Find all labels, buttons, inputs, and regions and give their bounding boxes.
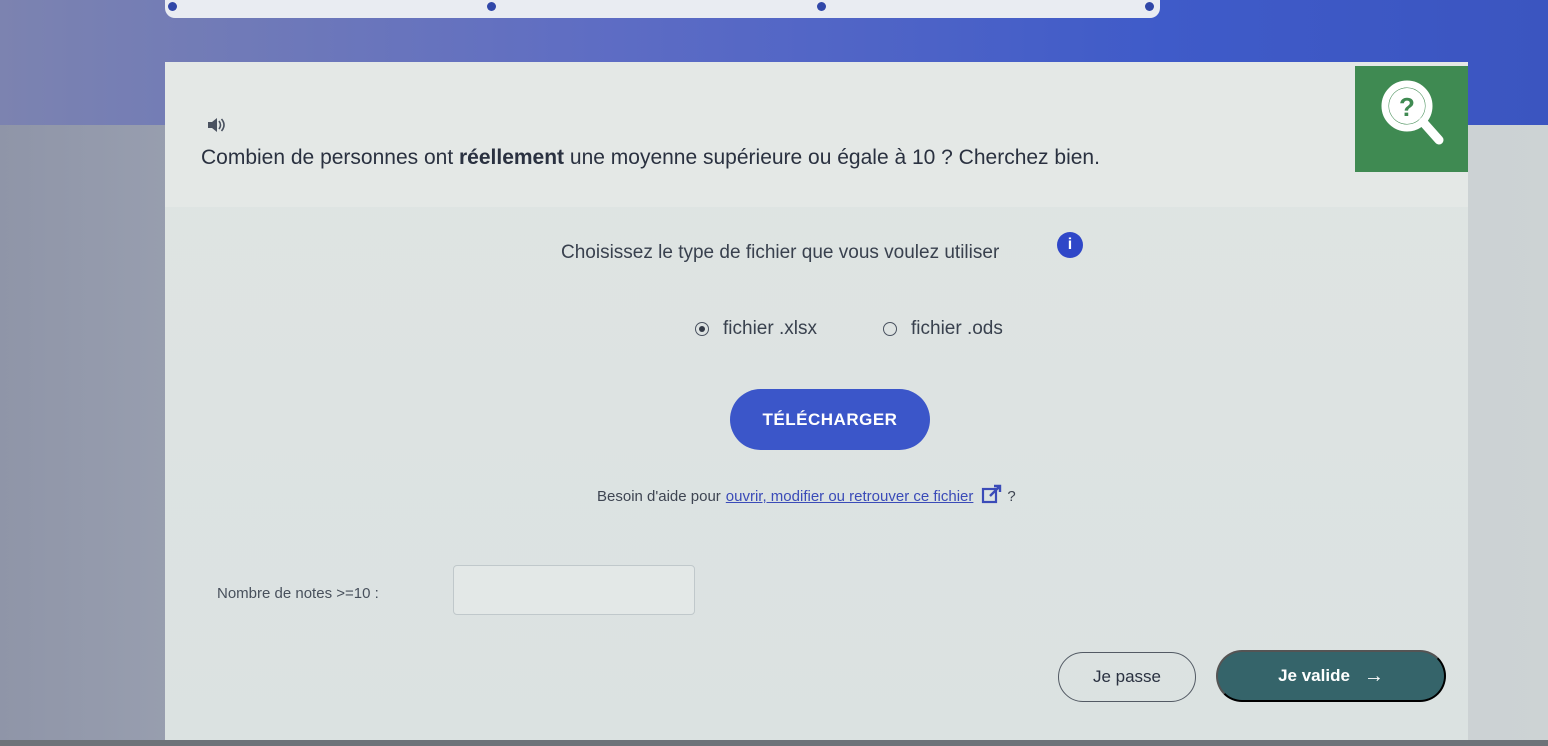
question-text-start: Combien de personnes ont: [201, 146, 459, 169]
question-emphasis: réellement: [459, 146, 565, 169]
question-text-end: une moyenne supérieure ou égale à 10 ? C…: [564, 146, 1100, 169]
progress-step-dot: [817, 2, 826, 11]
arrow-right-icon: →: [1363, 664, 1384, 687]
question-text: Combien de personnes ont réellement une …: [201, 146, 1100, 170]
progress-step-dot: [487, 2, 496, 11]
validate-label: Je valide: [1278, 666, 1350, 685]
question-header: Combien de personnes ont réellement une …: [165, 62, 1468, 207]
help-line: Besoin d'aide pour ouvrir, modifier ou r…: [597, 484, 1016, 508]
info-icon[interactable]: i: [1057, 232, 1083, 258]
radio-xlsx-label: fichier .xlsx: [723, 318, 817, 339]
radio-xlsx[interactable]: fichier .xlsx: [695, 318, 817, 340]
validate-button[interactable]: Je valide →: [1216, 650, 1446, 702]
svg-text:?: ?: [1399, 92, 1415, 122]
help-prefix: Besoin d'aide pour: [597, 487, 721, 505]
help-link[interactable]: ouvrir, modifier ou retrouver ce fichier: [726, 488, 974, 505]
answer-input[interactable]: [453, 565, 695, 615]
help-suffix: ?: [1007, 487, 1016, 505]
external-link-icon[interactable]: [981, 484, 1003, 508]
radio-xlsx-circle[interactable]: [695, 322, 709, 336]
progress-bar: [165, 0, 1160, 18]
radio-ods-label: fichier .ods: [911, 318, 1003, 339]
progress-step-dot: [1145, 2, 1154, 11]
help-badge[interactable]: ?: [1355, 66, 1468, 172]
download-button[interactable]: TÉLÉCHARGER: [730, 389, 930, 450]
file-type-prompt: Choisissez le type de fichier que vous v…: [561, 242, 1000, 263]
exercise-panel: Combien de personnes ont réellement une …: [165, 62, 1468, 746]
radio-ods[interactable]: fichier .ods: [883, 318, 1003, 340]
skip-button[interactable]: Je passe: [1058, 652, 1196, 702]
radio-ods-circle[interactable]: [883, 322, 897, 336]
speaker-icon[interactable]: [205, 114, 227, 136]
screen-bottom-edge: [0, 740, 1548, 746]
question-magnifier-icon: ?: [1381, 80, 1444, 145]
progress-step-dot: [168, 2, 177, 11]
answer-label: Nombre de notes >=10 :: [217, 585, 379, 602]
